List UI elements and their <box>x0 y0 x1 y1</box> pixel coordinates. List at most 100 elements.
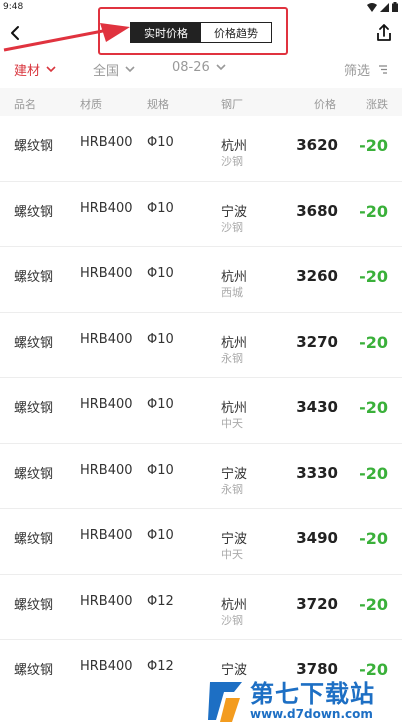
col-spec: 规格 <box>147 98 169 111</box>
row-name: 螺纹钢 <box>14 597 54 613</box>
row-material: HRB400 <box>80 659 133 674</box>
share-icon[interactable] <box>374 22 394 44</box>
row-city: 杭州 <box>221 139 248 154</box>
row-spec: Φ10 <box>147 135 174 150</box>
row-mill: 西城 <box>221 286 243 299</box>
col-price: 价格 <box>314 98 336 111</box>
row-mill: 沙钢 <box>221 613 243 627</box>
chevron-down-icon <box>46 66 56 73</box>
row-name: 螺纹钢 <box>14 335 54 351</box>
row-material: HRB400 <box>80 593 133 609</box>
row-name: 螺纹钢 <box>14 139 54 154</box>
row-price: 3490 <box>296 529 338 547</box>
table-row[interactable]: 螺纹钢 HRB400 Φ10 杭州 沙钢 3620 -20 <box>0 116 402 182</box>
tab-realtime-price[interactable]: 实时价格 <box>131 23 201 42</box>
status-time: 9:48 <box>3 2 24 12</box>
table-row[interactable]: 螺纹钢 HRB400 Φ10 杭州 永钢 3270 -20 <box>0 313 402 378</box>
tab-price-trend[interactable]: 价格趋势 <box>201 23 271 42</box>
row-mill: 中天 <box>221 417 243 430</box>
row-spec: Φ10 <box>147 200 174 216</box>
row-change: -20 <box>359 136 388 155</box>
col-mill: 钢厂 <box>221 98 243 111</box>
row-price: 3720 <box>296 594 338 613</box>
col-name: 品名 <box>14 98 36 111</box>
table-row[interactable]: 螺纹钢 HRB400 Φ10 宁波 中天 3490 -20 <box>0 509 402 575</box>
chevron-down-icon <box>125 66 135 73</box>
row-name: 螺纹钢 <box>14 401 54 416</box>
filter-icon <box>379 65 387 74</box>
row-material: HRB400 <box>80 331 133 347</box>
row-price: 3620 <box>296 136 338 154</box>
row-change: -20 <box>359 332 388 352</box>
filter-bar: 建材 全国 08-26 筛选 <box>0 56 402 82</box>
row-material: HRB400 <box>80 462 133 478</box>
row-mill: 永钢 <box>221 482 243 496</box>
col-material: 材质 <box>80 98 102 111</box>
col-change: 涨跌 <box>366 98 388 111</box>
row-city: 杭州 <box>221 597 248 613</box>
row-spec: Φ10 <box>147 331 174 347</box>
screen-filter-button[interactable]: 筛选 <box>344 60 388 79</box>
row-spec: Φ10 <box>147 397 174 412</box>
row-mill: 沙钢 <box>221 155 243 168</box>
row-spec: Φ10 <box>147 462 174 478</box>
row-name: 螺纹钢 <box>14 532 54 547</box>
row-mill: 永钢 <box>221 351 243 365</box>
watermark-url: www.d7down.com <box>250 706 373 721</box>
row-material: HRB400 <box>80 397 133 412</box>
table-row[interactable]: 螺纹钢 HRB400 Φ10 宁波 永钢 3330 -20 <box>0 444 402 509</box>
row-change: -20 <box>359 267 388 286</box>
row-price: 3680 <box>296 201 338 220</box>
row-name: 螺纹钢 <box>14 204 54 220</box>
battery-icon <box>392 2 398 12</box>
wifi-icon <box>367 2 377 12</box>
row-city: 宁波 <box>221 466 248 482</box>
screen-filter-label: 筛选 <box>343 64 370 79</box>
chevron-down-icon <box>216 64 226 71</box>
region-filter[interactable]: 全国 <box>93 60 135 79</box>
table-header: 品名 材质 规格 钢厂 价格 涨跌 <box>0 88 402 116</box>
date-filter-label: 08-26 <box>172 60 210 75</box>
row-price: 3430 <box>296 398 338 416</box>
row-material: HRB400 <box>80 200 133 216</box>
row-price: 3260 <box>296 267 338 285</box>
row-change: -20 <box>359 201 388 221</box>
table-row[interactable]: 螺纹钢 HRB400 Φ10 杭州 中天 3430 -20 <box>0 378 402 444</box>
watermark: 第七下载站 www.d7down.com <box>206 676 402 725</box>
row-change: -20 <box>359 463 388 483</box>
watermark-title: 第七下载站 <box>250 679 375 708</box>
row-spec: Φ10 <box>147 266 174 281</box>
row-material: HRB400 <box>80 135 133 150</box>
row-price: 3330 <box>296 463 338 482</box>
row-city: 杭州 <box>221 401 248 416</box>
price-tab-switch: 实时价格 价格趋势 <box>130 22 272 43</box>
row-name: 螺纹钢 <box>14 466 54 482</box>
row-spec: Φ10 <box>147 528 174 543</box>
status-icons <box>367 2 398 12</box>
watermark-text: 第七下载站 www.d7down.com <box>250 681 375 721</box>
row-name: 螺纹钢 <box>14 270 54 285</box>
table-row[interactable]: 螺纹钢 HRB400 Φ10 宁波 沙钢 3680 -20 <box>0 182 402 247</box>
category-filter[interactable]: 建材 <box>14 60 56 79</box>
row-name: 螺纹钢 <box>14 663 54 678</box>
row-change: -20 <box>359 594 388 614</box>
row-change: -20 <box>359 529 388 548</box>
table-row[interactable]: 螺纹钢 HRB400 Φ10 杭州 西城 3260 -20 <box>0 247 402 313</box>
row-city: 杭州 <box>221 335 248 351</box>
row-material: HRB400 <box>80 266 133 281</box>
table-row[interactable]: 螺纹钢 HRB400 Φ12 杭州 沙钢 3720 -20 <box>0 575 402 640</box>
price-list: 螺纹钢 HRB400 Φ10 杭州 沙钢 3620 -20 螺纹钢 HRB400… <box>0 116 402 706</box>
row-city: 杭州 <box>221 270 248 285</box>
row-change: -20 <box>359 398 388 417</box>
category-filter-label: 建材 <box>14 64 41 79</box>
signal-icon <box>380 2 389 12</box>
row-spec: Φ12 <box>147 593 174 609</box>
row-mill: 中天 <box>221 548 243 561</box>
row-material: HRB400 <box>80 528 133 543</box>
date-filter[interactable]: 08-26 <box>172 60 226 75</box>
row-city: 宁波 <box>221 204 248 220</box>
row-price: 3270 <box>296 332 338 351</box>
region-filter-label: 全国 <box>93 64 120 79</box>
watermark-logo-icon <box>208 681 242 722</box>
row-city: 宁波 <box>221 532 248 547</box>
